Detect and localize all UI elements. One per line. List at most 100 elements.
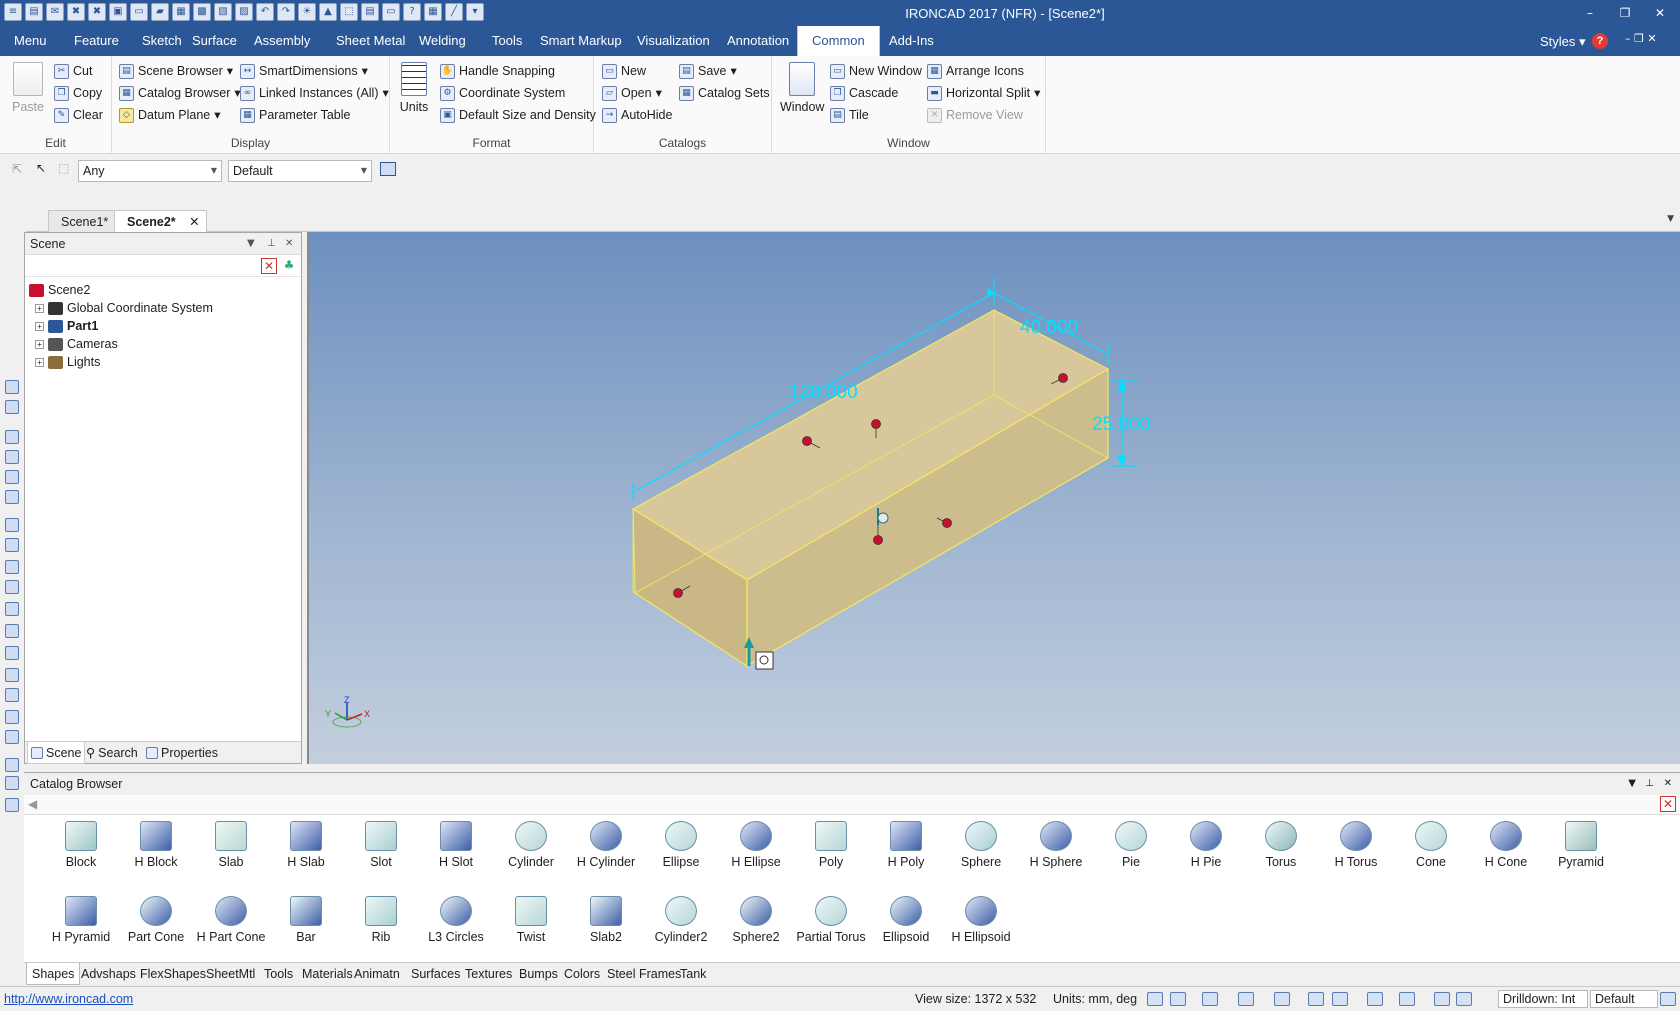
minimize-button[interactable]: – xyxy=(1575,3,1605,23)
clear-button[interactable]: ✎ Clear xyxy=(54,105,103,125)
catalog-item[interactable]: H Cylinder xyxy=(569,821,643,869)
close-button[interactable]: ✕ xyxy=(1645,3,1675,23)
catalog-item[interactable]: Pie xyxy=(1094,821,1168,869)
select-parts-icon[interactable]: ⇱ xyxy=(12,162,26,176)
catalog-item[interactable]: H Pyramid xyxy=(44,896,118,944)
tab-welding[interactable]: Welding xyxy=(405,26,480,56)
expand-icon[interactable]: + xyxy=(35,357,44,367)
expand-icon[interactable]: + xyxy=(35,339,44,349)
tree-item[interactable]: + Cameras xyxy=(35,335,118,353)
shadow-icon[interactable] xyxy=(1332,992,1348,1006)
tree-item[interactable]: + Global Coordinate System xyxy=(35,299,213,317)
display-mode-icon[interactable] xyxy=(1367,992,1383,1006)
catalog-item[interactable]: Part Cone xyxy=(119,896,193,944)
catalog-item[interactable]: Slot xyxy=(344,821,418,869)
catalog-item[interactable]: H Cone xyxy=(1469,821,1543,869)
tab-scene1[interactable]: Scene1* xyxy=(48,210,122,232)
catalog-item[interactable]: Slab2 xyxy=(569,896,643,944)
filter-combo[interactable]: Any ▼ xyxy=(78,160,222,182)
tab-visualization[interactable]: Visualization xyxy=(623,26,724,56)
select-filter-icon[interactable]: ⬚ xyxy=(58,161,72,175)
units-button[interactable]: Units xyxy=(396,62,432,114)
select-arrow-icon[interactable] xyxy=(1434,992,1450,1006)
tool-icon[interactable] xyxy=(5,776,19,790)
render-mode-icon[interactable] xyxy=(1308,992,1324,1006)
paste-button[interactable]: Paste xyxy=(8,62,48,114)
new-window-button[interactable]: ▭ New Window xyxy=(830,61,922,81)
catalog-tab[interactable]: Colors xyxy=(559,963,605,985)
tree-item[interactable]: + Part1 xyxy=(35,317,98,335)
catalog-item[interactable]: Bar xyxy=(269,896,343,944)
tool-icon[interactable] xyxy=(5,688,19,702)
catalog-tab[interactable]: Shapes xyxy=(26,963,81,985)
pointer-icon[interactable] xyxy=(1456,992,1472,1006)
expand-icon[interactable]: + xyxy=(35,303,44,313)
coordinate-system-button[interactable]: ⚙ Coordinate System xyxy=(440,83,565,103)
arrange-icons-button[interactable]: ▦ Arrange Icons xyxy=(927,61,1024,81)
close-icon[interactable]: ✕ xyxy=(189,211,199,233)
tree-item[interactable]: Scene2 xyxy=(29,281,90,299)
select-pointer-icon[interactable]: ↖ xyxy=(36,161,50,175)
chevron-down-icon[interactable]: ▼ xyxy=(1628,773,1636,795)
pin-icon[interactable]: ⊥ xyxy=(267,233,276,255)
style-combo[interactable]: Default ▼ xyxy=(228,160,372,182)
catalog-item[interactable]: Torus xyxy=(1244,821,1318,869)
tab-scene2[interactable]: Scene2* ✕ xyxy=(114,210,207,233)
autohide-button[interactable]: → AutoHide xyxy=(602,105,672,125)
tool-icon[interactable] xyxy=(5,710,19,724)
default-size-button[interactable]: ▣ Default Size and Density xyxy=(440,105,596,125)
back-arrow-icon[interactable]: ◀ xyxy=(28,797,37,811)
catalog-item[interactable]: Sphere2 xyxy=(719,896,793,944)
remove-view-button[interactable]: ✕ Remove View xyxy=(927,105,1023,125)
catalog-item[interactable]: Rib xyxy=(344,896,418,944)
dimension-width[interactable]: 40.000 xyxy=(1020,317,1078,338)
save-catalog-button[interactable]: ▤ Save ▾ xyxy=(679,61,737,81)
ribbon-minimize-icon[interactable]: – ❐ ✕ xyxy=(1625,32,1657,45)
pin-icon[interactable]: ⊥ xyxy=(1645,773,1654,795)
tab-search[interactable]: ⚲ Search xyxy=(83,742,141,764)
catalog-item[interactable]: H Block xyxy=(119,821,193,869)
tool-icon[interactable] xyxy=(5,668,19,682)
catalog-tab[interactable]: FlexShapes xyxy=(135,963,211,985)
tool-icon[interactable] xyxy=(5,430,19,444)
hierarchy-icon[interactable] xyxy=(380,162,396,176)
catalog-item[interactable]: Ellipsoid xyxy=(869,896,943,944)
dimension-length[interactable]: 120.000 xyxy=(789,382,858,403)
catalog-sets-button[interactable]: ▦ Catalog Sets xyxy=(679,83,770,103)
handle-snapping-button[interactable]: ✋ Handle Snapping xyxy=(440,61,555,81)
drilldown-select[interactable]: Drilldown: Int xyxy=(1498,990,1588,1008)
catalog-tab[interactable]: Animatn xyxy=(349,963,405,985)
smart-dimensions-button[interactable]: ↔ SmartDimensions ▾ xyxy=(240,61,368,81)
chevron-down-icon[interactable]: ▼ xyxy=(247,233,255,255)
tool-icon[interactable] xyxy=(5,518,19,532)
tab-common[interactable]: Common xyxy=(797,26,880,56)
clear-filter-icon[interactable]: ✕ xyxy=(261,258,277,274)
horizontal-split-button[interactable]: ▬ Horizontal Split ▾ xyxy=(927,83,1040,103)
chevron-down-icon[interactable]: ▼ xyxy=(1667,214,1674,224)
catalog-item[interactable]: Block xyxy=(44,821,118,869)
tool-icon[interactable] xyxy=(5,470,19,484)
tool-icon[interactable] xyxy=(5,602,19,616)
tool-icon[interactable] xyxy=(5,560,19,574)
tree-item[interactable]: + Lights xyxy=(35,353,100,371)
catalog-item[interactable]: Sphere xyxy=(944,821,1018,869)
style-select[interactable]: Default xyxy=(1590,990,1658,1008)
dimension-height[interactable]: 25.000 xyxy=(1092,414,1150,435)
catalog-item[interactable]: H Torus xyxy=(1319,821,1393,869)
tool-icon[interactable] xyxy=(5,758,19,772)
tab-menu[interactable]: Menu xyxy=(0,26,61,56)
tool-icon[interactable] xyxy=(5,380,19,394)
close-icon[interactable]: ✕ xyxy=(285,233,293,255)
scene-browser-button[interactable]: ▤ Scene Browser ▾ xyxy=(119,61,233,81)
cascade-button[interactable]: ❐ Cascade xyxy=(830,83,898,103)
scene-filter-bar[interactable]: ✕ ♣ xyxy=(25,255,301,277)
catalog-item[interactable]: Cylinder xyxy=(494,821,568,869)
tool-icon[interactable] xyxy=(5,580,19,594)
restore-button[interactable]: ❐ xyxy=(1610,3,1640,23)
zoom-window-icon[interactable] xyxy=(1170,992,1186,1006)
tool-icon[interactable] xyxy=(5,730,19,744)
hierarchy-icon[interactable]: ♣ xyxy=(281,258,297,274)
catalog-tab[interactable]: Bumps xyxy=(514,963,563,985)
tool-icon[interactable] xyxy=(5,490,19,504)
tab-smart-markup[interactable]: Smart Markup xyxy=(526,26,636,56)
